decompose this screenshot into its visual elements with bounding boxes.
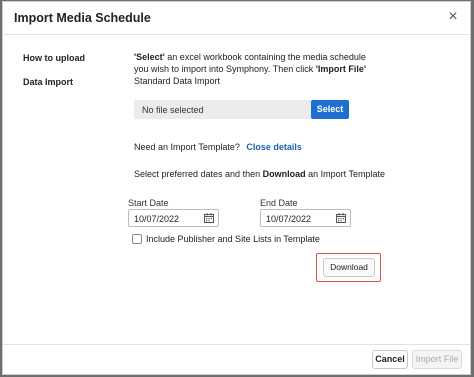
data-import-label: Data Import [23,77,74,87]
end-date-label: End Date [260,198,298,208]
dialog-footer: Cancel Import File [3,344,470,374]
dialog-header: Import Media Schedule × [3,2,470,35]
how-to-upload-label: How to upload [23,53,85,63]
line1-text: an excel workbook containing the media s… [164,52,366,62]
select-keyword: 'Select' [134,52,165,62]
end-date-field[interactable]: 10/07/2022 [260,209,351,227]
select-file-button[interactable]: Select [311,100,349,119]
template-prompt: Need an Import Template? [134,142,240,152]
download-keyword: Download [262,169,306,179]
close-icon[interactable]: × [444,8,462,26]
how-to-upload-line1: 'Select' an excel workbook containing th… [134,52,366,63]
download-button[interactable]: Download [323,258,375,277]
template-instruction: Select preferred dates and then Download… [134,169,385,180]
instruction-post: an Import Template [305,169,385,179]
dialog-title: Import Media Schedule [14,11,151,25]
data-import-value: Standard Data Import [134,76,221,86]
end-date-value: 10/07/2022 [266,214,312,224]
start-date-field[interactable]: 10/07/2022 [128,209,219,227]
file-status-field: No file selected [134,100,311,119]
calendar-icon[interactable] [336,213,346,223]
line2-text: you wish to import into Symphony. Then c… [134,64,316,74]
import-media-schedule-dialog: Import Media Schedule × How to upload 'S… [2,1,471,375]
calendar-icon[interactable] [204,213,214,223]
start-date-value: 10/07/2022 [134,214,180,224]
cancel-button[interactable]: Cancel [372,350,408,369]
import-file-keyword: 'Import File' [315,64,367,74]
import-file-button: Import File [412,350,462,369]
include-lists-label: Include Publisher and Site Lists in Temp… [146,234,320,244]
template-prompt-row: Need an Import Template? Close details [134,142,302,153]
include-lists-checkbox[interactable] [132,234,142,244]
dialog-body: How to upload 'Select' an excel workbook… [3,36,470,344]
instruction-pre: Select preferred dates and then [134,169,263,179]
start-date-label: Start Date [128,198,169,208]
close-details-link[interactable]: Close details [246,142,302,152]
how-to-upload-line2: you wish to import into Symphony. Then c… [134,64,366,75]
